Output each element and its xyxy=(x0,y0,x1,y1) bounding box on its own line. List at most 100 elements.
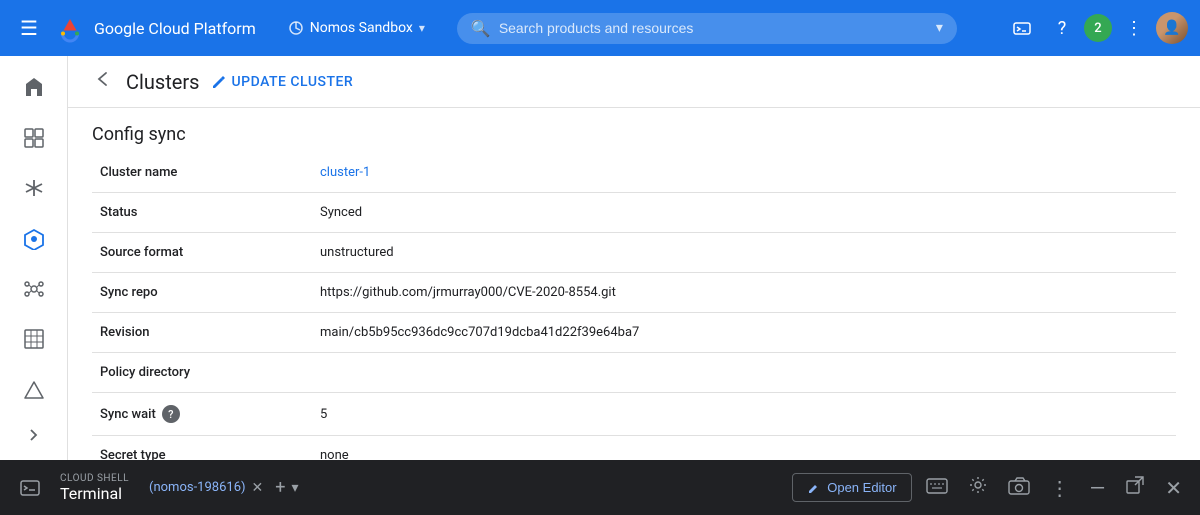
sidebar-item-dashboard[interactable] xyxy=(10,114,58,160)
camera-svg-icon xyxy=(1008,477,1030,495)
field-label: Status xyxy=(92,193,312,233)
external-link-icon xyxy=(1125,475,1145,495)
open-external-button[interactable] xyxy=(1119,469,1151,506)
table-row: Status Synced xyxy=(92,193,1176,233)
terminal-icon-btn[interactable] xyxy=(12,478,48,498)
table-row: Sync repo https://github.com/jrmurray000… xyxy=(92,273,1176,313)
gcp-logo xyxy=(54,12,86,44)
sync-wait-help-icon[interactable]: ? xyxy=(162,405,180,423)
avatar[interactable]: 👤 xyxy=(1156,12,1188,44)
field-label: Policy directory xyxy=(92,353,312,393)
home-icon xyxy=(22,75,46,99)
sidebar-expand-btn[interactable] xyxy=(10,417,58,452)
main-layout: Clusters UPDATE CLUSTER Config sync Clus… xyxy=(0,56,1200,460)
field-label: Sync wait ? xyxy=(92,393,312,436)
back-button[interactable] xyxy=(92,68,114,95)
help-icon[interactable]: ? xyxy=(1044,10,1080,46)
terminal-icon xyxy=(20,478,40,498)
field-label: Revision xyxy=(92,313,312,353)
page-header: Clusters UPDATE CLUSTER xyxy=(68,56,1200,108)
cluster-link[interactable]: cluster-1 xyxy=(320,165,370,180)
project-dropdown-icon: ▾ xyxy=(419,21,425,35)
expand-icon xyxy=(24,425,44,445)
search-bar[interactable]: 🔍 ▾ xyxy=(457,13,957,44)
cloud-shell-label: CLOUD SHELL Terminal xyxy=(48,473,141,503)
anthos-icon xyxy=(23,228,45,250)
minimize-button[interactable]: — xyxy=(1084,470,1112,506)
more-vertical-icon[interactable]: ⋮ xyxy=(1044,470,1076,506)
cloud-shell-icon[interactable] xyxy=(1004,10,1040,46)
project-name: Nomos Sandbox xyxy=(310,20,413,36)
sidebar-item-home[interactable] xyxy=(10,64,58,110)
table-row: Secret type none xyxy=(92,436,1176,461)
field-value: 5 xyxy=(312,393,1176,436)
project-selector[interactable]: Nomos Sandbox ▾ xyxy=(280,16,433,40)
gear-icon xyxy=(968,475,988,495)
field-label: Cluster name xyxy=(92,153,312,193)
sidebar-item-anthos[interactable] xyxy=(10,215,58,261)
back-arrow-icon xyxy=(92,68,114,90)
field-value: none xyxy=(312,436,1176,461)
sync-wait-label: Sync wait xyxy=(100,407,156,422)
nodes-icon xyxy=(23,278,45,300)
field-label: Sync repo xyxy=(92,273,312,313)
top-navigation: ☰ Google Cloud Platform Nomos Sandbox ▾ … xyxy=(0,0,1200,56)
sidebar-item-nodes[interactable] xyxy=(10,266,58,312)
menu-icon[interactable]: ☰ xyxy=(12,8,46,48)
logo-area: Google Cloud Platform xyxy=(54,12,256,44)
table-row: Cluster name cluster-1 xyxy=(92,153,1176,193)
settings-icon[interactable] xyxy=(962,469,994,506)
field-value xyxy=(312,353,1176,393)
table-row: Sync wait ? 5 xyxy=(92,393,1176,436)
project-icon xyxy=(288,20,304,36)
field-value: unstructured xyxy=(312,233,1176,273)
camera-icon[interactable] xyxy=(1002,470,1036,506)
table-row: Policy directory xyxy=(92,353,1176,393)
sidebar-item-warning[interactable] xyxy=(10,367,58,413)
sidebar xyxy=(0,56,68,460)
tab-close-button[interactable]: ✕ xyxy=(252,480,264,496)
sidebar-item-asterisk[interactable] xyxy=(10,165,58,211)
update-cluster-button[interactable]: UPDATE CLUSTER xyxy=(211,74,353,90)
config-sync-table: Cluster name cluster-1 Status Synced Sou… xyxy=(92,153,1176,460)
grid-icon xyxy=(23,328,45,350)
sidebar-item-grid[interactable] xyxy=(10,316,58,362)
terminal-label: Terminal xyxy=(60,484,129,503)
more-options-icon[interactable]: ⋮ xyxy=(1116,10,1152,46)
cloud-shell-title-text: CLOUD SHELL xyxy=(60,473,129,484)
field-value: Synced xyxy=(312,193,1176,233)
field-label: Secret type xyxy=(92,436,312,461)
terminal-tab: (nomos-198616) ✕ + ▾ xyxy=(149,477,299,498)
warning-icon xyxy=(23,379,45,401)
nav-action-icons: ? 2 ⋮ 👤 xyxy=(1004,10,1188,46)
open-editor-button[interactable]: Open Editor xyxy=(792,473,911,502)
asterisk-icon xyxy=(23,177,45,199)
dashboard-icon xyxy=(23,127,45,149)
open-editor-label: Open Editor xyxy=(827,480,896,495)
content-area: Clusters UPDATE CLUSTER Config sync Clus… xyxy=(68,56,1200,460)
table-row: Revision main/cb5b95cc936dc9cc707d19dcba… xyxy=(92,313,1176,353)
keyboard-svg-icon xyxy=(926,477,948,495)
search-voice-icon[interactable]: ▾ xyxy=(936,20,943,36)
config-sync-title: Config sync xyxy=(92,108,1176,153)
tab-name: (nomos-198616) xyxy=(149,480,246,495)
bottom-bar: CLOUD SHELL Terminal (nomos-198616) ✕ + … xyxy=(0,460,1200,515)
search-input[interactable] xyxy=(499,20,928,36)
keyboard-icon[interactable] xyxy=(920,470,954,506)
close-button[interactable]: ✕ xyxy=(1159,470,1188,506)
field-value: main/cb5b95cc936dc9cc707d19dcba41d22f39e… xyxy=(312,313,1176,353)
page-title: Clusters xyxy=(126,70,199,94)
content-body: Config sync Cluster name cluster-1 Statu… xyxy=(68,108,1200,460)
table-row: Source format unstructured xyxy=(92,233,1176,273)
app-title: Google Cloud Platform xyxy=(94,19,256,38)
update-cluster-label: UPDATE CLUSTER xyxy=(231,74,353,90)
tab-add-button[interactable]: + xyxy=(275,477,285,498)
tab-dropdown-button[interactable]: ▾ xyxy=(292,480,299,496)
field-value[interactable]: cluster-1 xyxy=(312,153,1176,193)
search-icon: 🔍 xyxy=(471,19,491,38)
pencil-icon xyxy=(211,74,227,90)
notifications-badge[interactable]: 2 xyxy=(1084,14,1112,42)
editor-pencil-icon xyxy=(807,481,821,495)
field-label: Source format xyxy=(92,233,312,273)
bottom-actions: Open Editor ⋮ — xyxy=(792,469,1188,506)
